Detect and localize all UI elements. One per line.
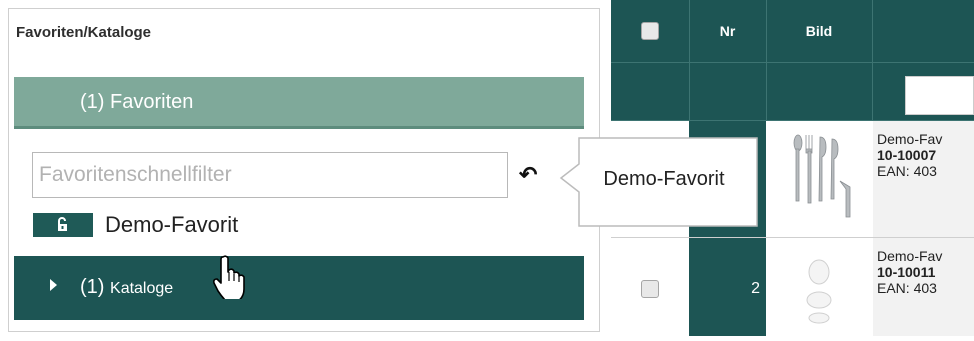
product-name: Demo-Fav: [877, 248, 943, 264]
header-select-all[interactable]: [611, 0, 689, 62]
column-divider: [689, 0, 690, 120]
lock-open-icon: [58, 217, 67, 231]
row-nr: 2: [689, 238, 766, 336]
catalogs-count: (1): [80, 276, 105, 298]
favorite-tooltip: Demo-Favorit: [559, 134, 759, 230]
lock-open-button[interactable]: [33, 213, 93, 237]
product-description: Demo-Fav 10-10011 EAN: 403: [873, 238, 974, 336]
product-ean: EAN: 403: [877, 163, 937, 179]
checkbox-icon[interactable]: [641, 280, 659, 298]
header-bild[interactable]: Bild: [766, 0, 872, 62]
caret-right-icon: [50, 279, 57, 291]
favorites-filter-input[interactable]: [32, 152, 508, 198]
panel-title: Favoriten/Kataloge: [16, 24, 152, 41]
plate-image: [806, 259, 832, 324]
tooltip-text: Demo-Favorit: [603, 168, 725, 190]
column-filter-input[interactable]: [905, 76, 974, 115]
product-sku: 10-10011: [877, 264, 936, 280]
favorites-header-label: (1) Favoriten: [80, 91, 194, 113]
row-checkbox-cell: [611, 238, 689, 336]
product-ean: EAN: 403: [877, 280, 937, 296]
checkbox-icon[interactable]: [641, 22, 659, 40]
row-divider: [611, 62, 974, 63]
column-divider: [766, 0, 767, 120]
product-image-plate: [766, 238, 872, 336]
product-description: Demo-Fav 10-10007 EAN: 403: [873, 121, 974, 237]
catalogs-section-header[interactable]: (1) Kataloge: [14, 256, 584, 320]
column-divider: [872, 0, 873, 120]
favorite-list-item[interactable]: Demo-Favorit: [33, 210, 293, 240]
undo-icon[interactable]: ↶: [519, 162, 537, 188]
catalogs-header-label: (1) Kataloge: [80, 276, 173, 299]
hand-cursor-icon: [213, 255, 245, 299]
table-row[interactable]: 2 Demo-Fav 10-10011 EAN: 403: [611, 238, 974, 336]
product-name: Demo-Fav: [877, 131, 943, 147]
product-image-cutlery: [766, 121, 872, 237]
catalogs-label: Kataloge: [110, 280, 174, 297]
favorite-item-label[interactable]: Demo-Favorit: [105, 210, 238, 240]
product-sku: 10-10007: [877, 147, 937, 163]
favorites-section-header[interactable]: (1) Favoriten: [14, 77, 584, 129]
header-nr[interactable]: Nr: [689, 0, 766, 62]
cutlery-image: [793, 134, 851, 218]
